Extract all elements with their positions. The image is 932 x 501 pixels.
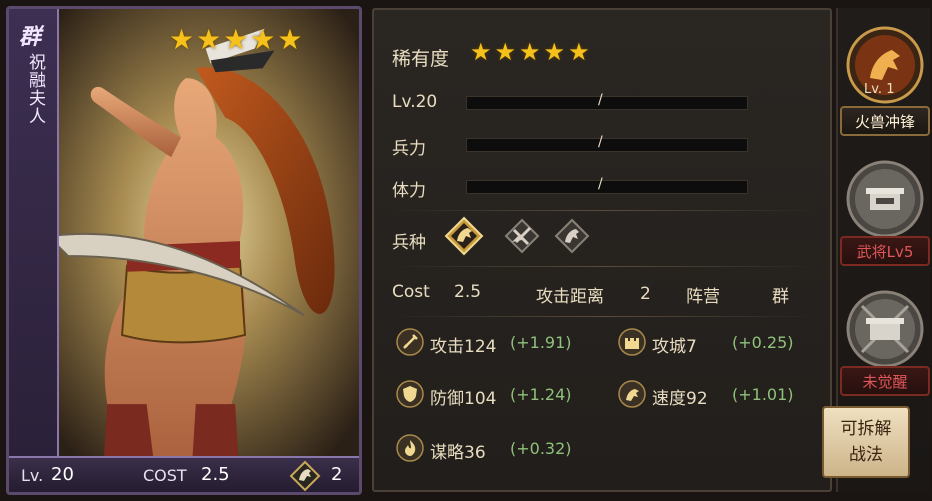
card-footer: Lv. 20 COST 2.5 2 <box>9 456 359 492</box>
locked-skill-icon[interactable] <box>846 160 924 238</box>
attack-range-label: 攻击距离 <box>536 287 604 307</box>
camp-label: 阵营 <box>686 287 720 307</box>
siege-value: 攻城7 <box>652 337 697 357</box>
cost-value: 2.5 <box>454 282 482 302</box>
siege-icon <box>618 328 646 356</box>
hero-portrait <box>9 9 359 492</box>
infantry-unit-icon[interactable] <box>502 216 542 256</box>
defense-icon <box>396 380 424 408</box>
hero-card[interactable]: 群 祝融夫人 ★★★★★ Lv. 20 COST 2.5 2 <box>6 6 362 495</box>
dismantle-tactic-button[interactable]: 可拆解 战法 <box>822 406 910 478</box>
divider <box>386 316 822 317</box>
hero-stats-panel: 稀有度 ★★★★★ Lv.20 / 兵力 / 体力 / 兵种 Cost 2.5 … <box>372 8 832 492</box>
cost-label: Cost <box>392 282 430 302</box>
strategy-value: 谋略36 <box>430 443 486 463</box>
faction-banner: 群 祝融夫人 <box>9 9 59 465</box>
strategy-bonus: (+0.32) <box>510 439 572 458</box>
dismantle-line-1: 可拆解 <box>840 419 892 439</box>
rarity-stars: ★★★★★ <box>470 38 593 66</box>
level-bar <box>466 96 748 110</box>
card-level-value: 20 <box>51 464 74 485</box>
speed-value: 速度92 <box>652 389 708 409</box>
divider <box>386 210 822 211</box>
stamina-bar-text: / <box>598 176 603 192</box>
card-level-label: Lv. <box>21 466 44 485</box>
dismantle-line-2: 战法 <box>849 445 883 465</box>
awaken-skill-icon[interactable] <box>846 290 924 368</box>
card-cost-label: COST <box>143 466 187 485</box>
defense-bonus: (+1.24) <box>510 385 572 404</box>
troops-label: 兵力 <box>392 139 426 159</box>
siege-bonus: (+0.25) <box>732 333 794 352</box>
troops-bar <box>466 138 748 152</box>
unit-type-label: 兵种 <box>392 233 426 253</box>
attack-bonus: (+1.91) <box>510 333 572 352</box>
skill-3-label[interactable]: 未觉醒 <box>840 366 930 396</box>
faction-glyph: 群 <box>19 24 42 50</box>
skill-1-label[interactable]: 火兽冲锋 <box>840 106 930 136</box>
card-cost-value: 2.5 <box>201 464 230 485</box>
strategy-icon <box>396 434 424 462</box>
level-bar-text: / <box>598 92 603 108</box>
attack-icon <box>396 328 424 356</box>
level-label: Lv.20 <box>392 92 438 112</box>
attack-range-value: 2 <box>640 284 651 304</box>
cavalry-icon <box>289 460 321 492</box>
card-troop-count: 2 <box>331 464 343 485</box>
troops-bar-text: / <box>598 134 603 150</box>
speed-bonus: (+1.01) <box>732 385 794 404</box>
hero-name: 祝融夫人 <box>25 53 45 125</box>
attack-value: 攻击124 <box>430 337 497 357</box>
divider <box>386 266 822 267</box>
skill-2-label[interactable]: 武将Lv5 <box>840 236 930 266</box>
stamina-bar <box>466 180 748 194</box>
defense-value: 防御104 <box>430 389 497 409</box>
cavalry-unit-icon[interactable] <box>444 216 484 256</box>
archer-unit-icon[interactable] <box>552 216 592 256</box>
speed-icon <box>618 380 646 408</box>
rarity-label: 稀有度 <box>392 48 450 70</box>
card-star-rating: ★★★★★ <box>169 23 305 56</box>
stamina-label: 体力 <box>392 181 426 201</box>
skill-1-level: Lv. 1 <box>864 82 895 97</box>
camp-value: 群 <box>772 287 789 307</box>
